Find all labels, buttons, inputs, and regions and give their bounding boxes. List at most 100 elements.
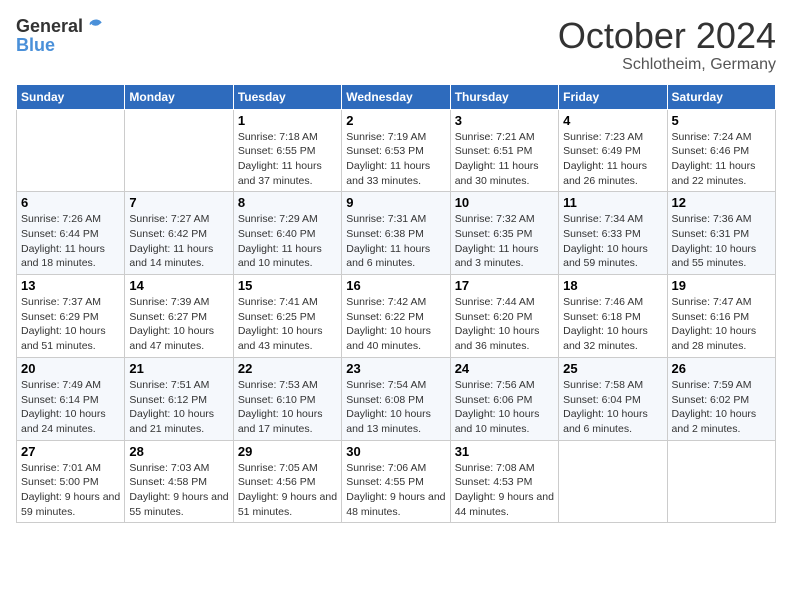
daylight-text: Daylight: 11 hours and 37 minutes. (238, 160, 322, 187)
day-number: 6 (21, 195, 120, 210)
sunset-text: Sunset: 6:10 PM (238, 394, 316, 406)
day-number: 25 (563, 361, 662, 376)
sunrise-text: Sunrise: 7:47 AM (672, 296, 752, 308)
daylight-text: Daylight: 9 hours and 51 minutes. (238, 491, 337, 518)
day-info: Sunrise: 7:21 AM Sunset: 6:51 PM Dayligh… (455, 130, 554, 189)
sunset-text: Sunset: 6:12 PM (129, 394, 207, 406)
daylight-text: Daylight: 10 hours and 21 minutes. (129, 408, 214, 435)
daylight-text: Daylight: 10 hours and 6 minutes. (563, 408, 648, 435)
sunset-text: Sunset: 6:53 PM (346, 145, 424, 157)
sunrise-text: Sunrise: 7:59 AM (672, 379, 752, 391)
calendar-week-row: 1 Sunrise: 7:18 AM Sunset: 6:55 PM Dayli… (17, 109, 776, 192)
calendar-day-cell: 17 Sunrise: 7:44 AM Sunset: 6:20 PM Dayl… (450, 275, 558, 358)
day-info: Sunrise: 7:51 AM Sunset: 6:12 PM Dayligh… (129, 378, 228, 437)
calendar-day-cell: 9 Sunrise: 7:31 AM Sunset: 6:38 PM Dayli… (342, 192, 450, 275)
sunset-text: Sunset: 4:55 PM (346, 476, 424, 488)
sunrise-text: Sunrise: 7:24 AM (672, 131, 752, 143)
day-info: Sunrise: 7:06 AM Sunset: 4:55 PM Dayligh… (346, 461, 445, 520)
day-info: Sunrise: 7:49 AM Sunset: 6:14 PM Dayligh… (21, 378, 120, 437)
logo: General Blue (16, 16, 105, 54)
sunset-text: Sunset: 6:51 PM (455, 145, 533, 157)
day-info: Sunrise: 7:54 AM Sunset: 6:08 PM Dayligh… (346, 378, 445, 437)
day-number: 20 (21, 361, 120, 376)
day-number: 2 (346, 113, 445, 128)
day-number: 8 (238, 195, 337, 210)
calendar-day-cell (559, 440, 667, 523)
sunrise-text: Sunrise: 7:31 AM (346, 213, 426, 225)
day-info: Sunrise: 7:46 AM Sunset: 6:18 PM Dayligh… (563, 295, 662, 354)
day-number: 7 (129, 195, 228, 210)
day-number: 27 (21, 444, 120, 459)
daylight-text: Daylight: 9 hours and 48 minutes. (346, 491, 445, 518)
day-number: 1 (238, 113, 337, 128)
day-info: Sunrise: 7:03 AM Sunset: 4:58 PM Dayligh… (129, 461, 228, 520)
calendar-day-cell (667, 440, 775, 523)
calendar-week-row: 6 Sunrise: 7:26 AM Sunset: 6:44 PM Dayli… (17, 192, 776, 275)
sunrise-text: Sunrise: 7:05 AM (238, 462, 318, 474)
day-number: 18 (563, 278, 662, 293)
day-number: 21 (129, 361, 228, 376)
calendar-day-cell: 22 Sunrise: 7:53 AM Sunset: 6:10 PM Dayl… (233, 357, 341, 440)
sunrise-text: Sunrise: 7:27 AM (129, 213, 209, 225)
sunset-text: Sunset: 4:58 PM (129, 476, 207, 488)
calendar-week-row: 27 Sunrise: 7:01 AM Sunset: 5:00 PM Dayl… (17, 440, 776, 523)
day-number: 14 (129, 278, 228, 293)
day-number: 28 (129, 444, 228, 459)
daylight-text: Daylight: 10 hours and 55 minutes. (672, 243, 757, 270)
calendar-day-cell: 18 Sunrise: 7:46 AM Sunset: 6:18 PM Dayl… (559, 275, 667, 358)
calendar-day-cell: 15 Sunrise: 7:41 AM Sunset: 6:25 PM Dayl… (233, 275, 341, 358)
day-number: 24 (455, 361, 554, 376)
sunrise-text: Sunrise: 7:46 AM (563, 296, 643, 308)
title-block: October 2024 Schlotheim, Germany (558, 16, 776, 74)
sunrise-text: Sunrise: 7:58 AM (563, 379, 643, 391)
calendar-day-cell: 26 Sunrise: 7:59 AM Sunset: 6:02 PM Dayl… (667, 357, 775, 440)
day-number: 15 (238, 278, 337, 293)
daylight-text: Daylight: 10 hours and 59 minutes. (563, 243, 648, 270)
calendar-day-cell: 7 Sunrise: 7:27 AM Sunset: 6:42 PM Dayli… (125, 192, 233, 275)
daylight-text: Daylight: 9 hours and 44 minutes. (455, 491, 554, 518)
sunset-text: Sunset: 6:33 PM (563, 228, 641, 240)
day-info: Sunrise: 7:41 AM Sunset: 6:25 PM Dayligh… (238, 295, 337, 354)
logo-general-text: General (16, 17, 83, 35)
day-info: Sunrise: 7:59 AM Sunset: 6:02 PM Dayligh… (672, 378, 771, 437)
sunset-text: Sunset: 5:00 PM (21, 476, 99, 488)
logo-blue-text: Blue (16, 36, 55, 54)
sunrise-text: Sunrise: 7:32 AM (455, 213, 535, 225)
day-info: Sunrise: 7:53 AM Sunset: 6:10 PM Dayligh… (238, 378, 337, 437)
weekday-header-tuesday: Tuesday (233, 84, 341, 109)
calendar-day-cell: 1 Sunrise: 7:18 AM Sunset: 6:55 PM Dayli… (233, 109, 341, 192)
daylight-text: Daylight: 9 hours and 59 minutes. (21, 491, 120, 518)
calendar-day-cell (17, 109, 125, 192)
day-number: 10 (455, 195, 554, 210)
day-number: 16 (346, 278, 445, 293)
sunrise-text: Sunrise: 7:42 AM (346, 296, 426, 308)
sunset-text: Sunset: 6:14 PM (21, 394, 99, 406)
daylight-text: Daylight: 11 hours and 26 minutes. (563, 160, 647, 187)
sunset-text: Sunset: 4:53 PM (455, 476, 533, 488)
calendar-day-cell: 6 Sunrise: 7:26 AM Sunset: 6:44 PM Dayli… (17, 192, 125, 275)
calendar-week-row: 13 Sunrise: 7:37 AM Sunset: 6:29 PM Dayl… (17, 275, 776, 358)
daylight-text: Daylight: 10 hours and 2 minutes. (672, 408, 757, 435)
sunrise-text: Sunrise: 7:21 AM (455, 131, 535, 143)
daylight-text: Daylight: 11 hours and 10 minutes. (238, 243, 322, 270)
daylight-text: Daylight: 10 hours and 47 minutes. (129, 325, 214, 352)
day-number: 5 (672, 113, 771, 128)
calendar-day-cell: 14 Sunrise: 7:39 AM Sunset: 6:27 PM Dayl… (125, 275, 233, 358)
sunrise-text: Sunrise: 7:39 AM (129, 296, 209, 308)
sunset-text: Sunset: 6:49 PM (563, 145, 641, 157)
day-info: Sunrise: 7:27 AM Sunset: 6:42 PM Dayligh… (129, 212, 228, 271)
sunrise-text: Sunrise: 7:01 AM (21, 462, 101, 474)
day-info: Sunrise: 7:31 AM Sunset: 6:38 PM Dayligh… (346, 212, 445, 271)
sunset-text: Sunset: 6:31 PM (672, 228, 750, 240)
calendar-day-cell: 12 Sunrise: 7:36 AM Sunset: 6:31 PM Dayl… (667, 192, 775, 275)
weekday-header-monday: Monday (125, 84, 233, 109)
sunset-text: Sunset: 6:55 PM (238, 145, 316, 157)
sunset-text: Sunset: 6:44 PM (21, 228, 99, 240)
daylight-text: Daylight: 11 hours and 33 minutes. (346, 160, 430, 187)
day-info: Sunrise: 7:26 AM Sunset: 6:44 PM Dayligh… (21, 212, 120, 271)
calendar-day-cell: 16 Sunrise: 7:42 AM Sunset: 6:22 PM Dayl… (342, 275, 450, 358)
day-info: Sunrise: 7:23 AM Sunset: 6:49 PM Dayligh… (563, 130, 662, 189)
weekday-header-wednesday: Wednesday (342, 84, 450, 109)
sunset-text: Sunset: 6:38 PM (346, 228, 424, 240)
day-number: 17 (455, 278, 554, 293)
